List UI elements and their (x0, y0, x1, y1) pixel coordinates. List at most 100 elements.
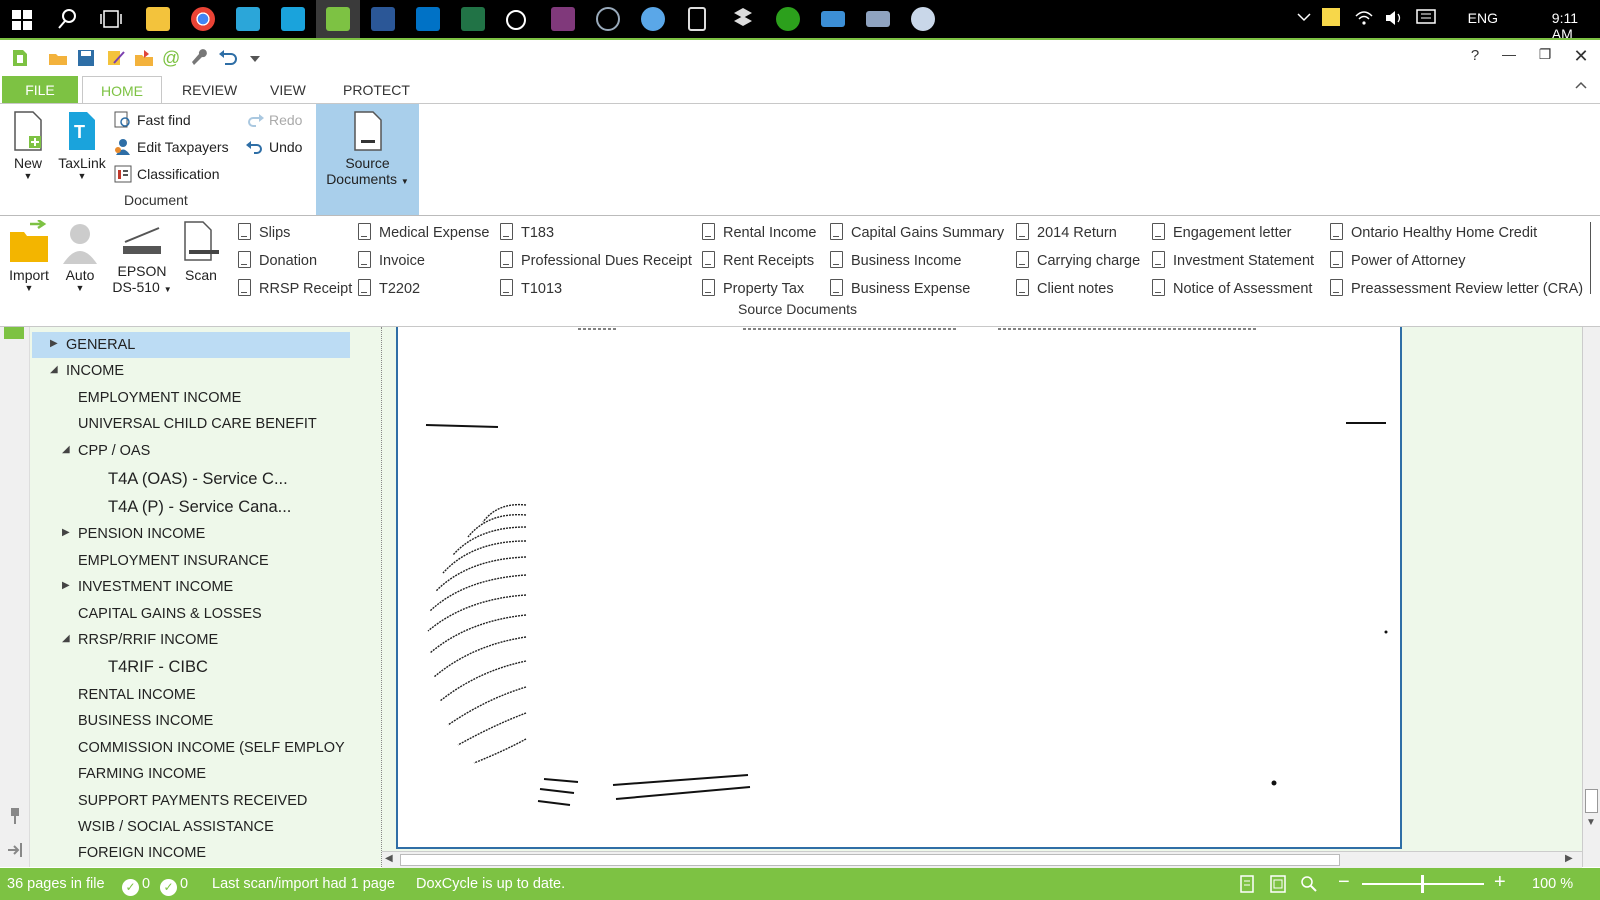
source-doc-col2-item[interactable]: Invoice (358, 250, 425, 272)
source-doc-col6-item[interactable]: Carrying charge (1016, 250, 1140, 272)
check-count-b[interactable]: ✓ 0 (160, 876, 188, 896)
chrome-icon[interactable] (191, 7, 215, 31)
minimize-button[interactable]: — (1494, 46, 1524, 62)
single-page-view-icon[interactable] (1240, 875, 1254, 897)
source-doc-col7-item[interactable]: Notice of Assessment (1152, 278, 1312, 300)
source-doc-col4-item[interactable]: Rental Income (702, 222, 817, 244)
outlook-icon[interactable] (416, 7, 440, 31)
windows-start-icon[interactable] (12, 10, 32, 30)
tree-item-rental-income[interactable]: RENTAL INCOME (78, 683, 196, 707)
tree-item-pension-income[interactable]: PENSION INCOME (78, 522, 205, 546)
file-explorer-icon[interactable] (146, 7, 170, 31)
classification-button[interactable]: Classification (114, 162, 219, 186)
tab-view[interactable]: VIEW (252, 76, 324, 104)
volume-icon[interactable] (1384, 9, 1404, 30)
save-icon[interactable] (76, 48, 96, 68)
expand-caret-icon[interactable]: ▶ (62, 527, 70, 538)
word-icon[interactable] (371, 7, 395, 31)
tree-item-general[interactable]: GENERAL (66, 333, 135, 357)
onenote-icon[interactable] (551, 7, 575, 31)
collapse-ribbon-icon[interactable] (1574, 78, 1588, 95)
tree-item-farming-income[interactable]: FARMING INCOME (78, 762, 206, 786)
tree-item-foreign-income[interactable]: FOREIGN INCOME (78, 841, 206, 865)
excel-icon[interactable] (461, 7, 485, 31)
source-doc-col7-item[interactable]: Investment Statement (1152, 250, 1314, 272)
auto-button[interactable]: Auto ▼ (58, 220, 102, 293)
scanner-select-button[interactable]: EPSON DS-510 ▼ (108, 220, 176, 298)
source-doc-col1-item[interactable]: Donation (238, 250, 317, 272)
task-view-icon[interactable] (100, 9, 122, 32)
zoom-slider-thumb[interactable] (1421, 875, 1424, 893)
tree-item-t4rif[interactable]: T4RIF - CIBC (108, 655, 208, 679)
fit-page-view-icon[interactable] (1270, 875, 1286, 897)
calculator-icon[interactable] (688, 7, 706, 31)
source-documents-button[interactable]: Source Documents ▼ (316, 104, 419, 216)
source-doc-col2-item[interactable]: T2202 (358, 278, 420, 300)
scroll-down-arrow-icon[interactable]: ▼ (1586, 817, 1596, 828)
zoom-out-button[interactable]: − (1338, 871, 1350, 894)
tree-item-t4a-oas[interactable]: T4A (OAS) - Service C... (108, 467, 288, 491)
source-doc-col1-item[interactable]: Slips (238, 222, 290, 244)
tab-review[interactable]: REVIEW (164, 76, 255, 104)
sticky-notes-icon[interactable] (1322, 8, 1340, 26)
more-items-bracket[interactable] (1590, 222, 1596, 294)
tree-item-t4a-p[interactable]: T4A (P) - Service Cana... (108, 495, 291, 519)
restore-button[interactable]: ❐ (1530, 46, 1560, 63)
customize-toolbar-icon[interactable] (248, 48, 268, 68)
language-indicator[interactable]: ENG (1468, 10, 1498, 26)
expand-caret-icon[interactable]: ▶ (62, 580, 70, 591)
tab-protect[interactable]: PROTECT (325, 76, 428, 104)
source-doc-col6-item[interactable]: Client notes (1016, 278, 1114, 300)
vertical-scrollbar[interactable]: ▼ (1582, 327, 1600, 867)
source-doc-col5-item[interactable]: Business Income (830, 250, 961, 272)
source-doc-col4-item[interactable]: Property Tax (702, 278, 804, 300)
pane-splitter[interactable] (360, 327, 382, 867)
new-button[interactable]: New ▼ (6, 110, 50, 181)
tab-file[interactable]: FILE (2, 76, 78, 104)
close-button[interactable]: ✕ (1566, 46, 1596, 67)
zoom-magnifier-icon[interactable] (1300, 875, 1318, 897)
tree-item-support-payments[interactable]: SUPPORT PAYMENTS RECEIVED (78, 789, 307, 813)
tree-item-income[interactable]: INCOME (66, 359, 124, 383)
source-doc-col8-item[interactable]: Power of Attorney (1330, 250, 1465, 272)
scroll-hthumb[interactable] (400, 854, 1340, 866)
collapse-panel-icon[interactable] (6, 841, 24, 862)
email-at-icon[interactable]: @ (162, 48, 182, 68)
zoom-slider[interactable] (1362, 875, 1484, 893)
horizontal-scrollbar[interactable]: ◀ ▶ (382, 851, 1582, 868)
fast-find-button[interactable]: Fast find (114, 108, 191, 132)
source-doc-col3-item[interactable]: T1013 (500, 278, 562, 300)
open-folder-icon[interactable] (48, 48, 68, 68)
wrench-icon[interactable] (190, 48, 210, 68)
doxcycle-app-icon[interactable] (316, 0, 360, 38)
scan-button[interactable]: Scan (178, 220, 224, 283)
printer-app-icon[interactable] (866, 11, 890, 27)
tree-item-investment-income[interactable]: INVESTMENT INCOME (78, 575, 233, 599)
doxcycle-logo-icon[interactable] (10, 48, 30, 68)
source-doc-col2-item[interactable]: Medical Expense (358, 222, 489, 244)
stopwatch-icon[interactable] (506, 10, 526, 30)
chevron-up-icon[interactable] (1296, 9, 1312, 28)
pin-icon[interactable] (8, 807, 22, 828)
tree-item-cpp-oas[interactable]: CPP / OAS (78, 439, 150, 463)
zoom-level[interactable]: 100 % (1532, 876, 1573, 892)
source-doc-col6-item[interactable]: 2014 Return (1016, 222, 1117, 244)
collapse-caret-icon[interactable]: ◢ (62, 633, 70, 644)
dropbox-icon[interactable] (731, 7, 755, 31)
tree-item-employment-insurance[interactable]: EMPLOYMENT INSURANCE (78, 549, 269, 573)
tree-item-capital-gains[interactable]: CAPITAL GAINS & LOSSES (78, 602, 262, 626)
collapse-caret-icon[interactable]: ◢ (50, 364, 58, 375)
tree-tool-icon[interactable] (4, 327, 24, 339)
undo-button[interactable]: Undo (246, 135, 302, 159)
check-count-a[interactable]: ✓ 0 (122, 876, 150, 896)
paint-app-icon[interactable] (911, 7, 935, 31)
source-doc-col3-item[interactable]: Professional Dues Receipt (500, 250, 692, 272)
taxlink-button[interactable]: T TaxLink ▼ (54, 110, 110, 181)
tree-item-employment-income[interactable]: EMPLOYMENT INCOME (78, 386, 241, 410)
globe-app-icon[interactable] (641, 7, 665, 31)
tree-item-uccb[interactable]: UNIVERSAL CHILD CARE BENEFIT (78, 412, 317, 436)
taxlink-app-icon[interactable] (281, 7, 305, 31)
app-blue-icon[interactable] (236, 7, 260, 31)
scroll-left-arrow-icon[interactable]: ◀ (385, 853, 393, 864)
action-center-icon[interactable] (1416, 9, 1436, 30)
